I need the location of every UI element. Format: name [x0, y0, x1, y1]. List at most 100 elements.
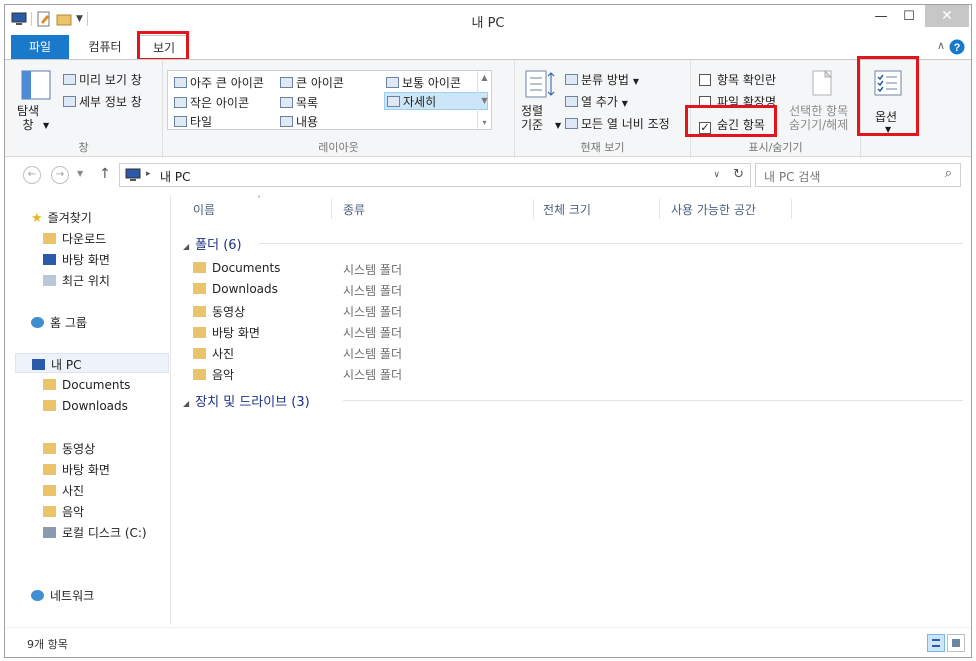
- drive-icon: [43, 527, 56, 538]
- nav-item-videos[interactable]: 동영상: [43, 440, 95, 457]
- up-arrow-icon[interactable]: ↑: [99, 166, 111, 182]
- search-input[interactable]: 내 PC 검색: [764, 168, 820, 185]
- maximize-button[interactable]: ☐: [895, 5, 923, 27]
- size-all-columns-button[interactable]: 모든 열 너비 조정: [565, 115, 670, 132]
- ribbon-tabs: 파일 컴퓨터 보기 ∧ ?: [5, 35, 971, 60]
- nav-item-local-disk[interactable]: 로컬 디스크 (C:): [43, 524, 147, 541]
- group-by-label: 분류 방법: [581, 73, 629, 87]
- item-check-boxes-checkbox[interactable]: [699, 74, 711, 86]
- gallery-more-icon[interactable]: ▾: [482, 118, 486, 127]
- column-separator[interactable]: [533, 199, 534, 219]
- scroll-up-icon[interactable]: ▲: [481, 73, 487, 82]
- tab-file[interactable]: 파일: [11, 35, 69, 59]
- back-button[interactable]: ←: [23, 166, 41, 184]
- layout-small-icons[interactable]: 작은 아이콘: [174, 94, 249, 111]
- tab-computer[interactable]: 컴퓨터: [73, 35, 137, 59]
- forward-button[interactable]: →: [51, 166, 69, 184]
- address-path[interactable]: 내 PC: [160, 168, 190, 185]
- column-header-free-space[interactable]: 사용 가능한 공간: [671, 201, 756, 218]
- nav-item-recent-places[interactable]: 최근 위치: [43, 272, 110, 289]
- details-view-button[interactable]: [927, 634, 945, 652]
- column-separator[interactable]: [659, 199, 660, 219]
- sort-by-button[interactable]: 정렬 기준 ▼: [521, 70, 561, 136]
- downloads-folder-icon: [193, 283, 206, 294]
- collapse-ribbon-icon[interactable]: ∧: [937, 39, 945, 52]
- address-bar[interactable]: ▸ 내 PC ∨ ↻: [119, 163, 751, 187]
- column-separator[interactable]: [791, 199, 792, 219]
- layout-group-label: 레이아웃: [318, 141, 359, 154]
- tab-view[interactable]: 보기: [139, 35, 189, 60]
- nav-this-pc[interactable]: 내 PC: [15, 353, 169, 373]
- layout-gallery-scroll[interactable]: ▲ ▼ ▾: [477, 71, 491, 129]
- nav-item-downloads-pc[interactable]: Downloads: [43, 399, 128, 413]
- table-row[interactable]: 음악 시스템 폴더: [193, 364, 593, 384]
- minimize-button[interactable]: —: [867, 5, 895, 27]
- group-by-icon: [565, 74, 578, 85]
- close-button[interactable]: ✕: [925, 5, 969, 27]
- nav-item-desktop-pc[interactable]: 바탕 화면: [43, 461, 110, 478]
- nav-item-documents[interactable]: Documents: [43, 378, 130, 392]
- layout-content[interactable]: 내용: [280, 113, 318, 130]
- add-columns-button[interactable]: 열 추가 ▼: [565, 93, 628, 110]
- layout-list[interactable]: 목록: [280, 94, 318, 111]
- size-all-columns-icon: [565, 118, 578, 129]
- column-header-type[interactable]: 종류: [343, 201, 365, 218]
- navigation-pane-icon: [21, 70, 51, 100]
- column-header-name[interactable]: 이름: [193, 201, 215, 218]
- layout-medium-icons[interactable]: 보통 아이콘: [386, 74, 461, 91]
- group-header-folders[interactable]: ◢ 폴더 (6): [183, 234, 242, 253]
- address-dropdown-icon[interactable]: ∨: [713, 170, 720, 180]
- nav-network[interactable]: 네트워크: [31, 587, 94, 604]
- layout-tiles[interactable]: 타일: [174, 113, 212, 130]
- desktop-folder-icon: [193, 327, 206, 338]
- breadcrumb-chevron-icon[interactable]: ▸: [146, 169, 151, 179]
- item-count: 9개 항목: [27, 638, 68, 651]
- file-extensions-toggle[interactable]: 파일 확장명: [699, 93, 776, 110]
- hidden-items-toggle[interactable]: ✓ 숨긴 항목: [699, 116, 765, 134]
- refresh-icon[interactable]: ↻: [733, 167, 744, 182]
- options-button[interactable]: 옵션 ▼: [861, 70, 915, 136]
- table-row[interactable]: 바탕 화면 시스템 폴더: [193, 322, 593, 342]
- table-row[interactable]: Downloads 시스템 폴더: [193, 280, 593, 300]
- add-columns-icon: [565, 96, 578, 107]
- medium-icons-icon: [386, 77, 399, 88]
- search-box[interactable]: 내 PC 검색 ⌕: [755, 163, 961, 187]
- row-name: 동영상: [212, 305, 246, 319]
- large-icons-view-button[interactable]: [947, 634, 965, 652]
- scroll-down-icon[interactable]: ▼: [481, 96, 487, 105]
- recent-locations-icon[interactable]: ▼: [77, 169, 83, 178]
- item-check-boxes-toggle[interactable]: 항목 확인란: [699, 71, 776, 88]
- table-row[interactable]: Documents 시스템 폴더: [193, 259, 593, 279]
- downloads-folder-icon: [43, 400, 56, 411]
- nav-item-downloads[interactable]: 다운로드: [43, 230, 106, 247]
- collapse-triangle-icon[interactable]: ◢: [183, 242, 189, 251]
- help-icon[interactable]: ?: [949, 39, 965, 55]
- preview-pane-button[interactable]: 미리 보기 창: [63, 71, 142, 88]
- nav-item-desktop[interactable]: 바탕 화면: [43, 251, 110, 268]
- layout-gallery: 아주 큰 아이콘 큰 아이콘 보통 아이콘 작은 아이콘 목록 자세히 타일 내…: [167, 70, 492, 130]
- navigation-pane-dropdown-icon: ▼: [43, 121, 50, 130]
- nav-favorites[interactable]: ★ 즐겨찾기: [31, 209, 92, 226]
- pictures-folder-icon: [43, 485, 56, 496]
- nav-item-music[interactable]: 음악: [43, 503, 84, 520]
- column-header-total-size[interactable]: 전체 크기: [543, 201, 591, 218]
- hidden-items-checkbox[interactable]: ✓: [699, 122, 711, 134]
- navigation-pane-button[interactable]: 탐색 창 ▼: [17, 70, 53, 136]
- group-header-devices[interactable]: ◢ 장치 및 드라이브 (3): [183, 391, 310, 410]
- details-pane-button[interactable]: 세부 정보 창: [63, 93, 142, 110]
- details-pane-label: 세부 정보 창: [79, 95, 142, 109]
- file-extensions-checkbox[interactable]: [699, 96, 711, 108]
- hide-selected-button[interactable]: 선택한 항목 숨기기/해제: [789, 70, 857, 136]
- layout-details[interactable]: 자세히: [384, 92, 488, 110]
- search-icon[interactable]: ⌕: [945, 166, 952, 181]
- column-separator[interactable]: [331, 199, 332, 219]
- collapse-triangle-icon[interactable]: ◢: [183, 399, 189, 408]
- nav-homegroup[interactable]: 홈 그룹: [31, 314, 87, 331]
- table-row[interactable]: 동영상 시스템 폴더: [193, 301, 593, 321]
- layout-large-icons[interactable]: 큰 아이콘: [280, 74, 344, 91]
- nav-item-pictures[interactable]: 사진: [43, 482, 84, 499]
- size-all-columns-label: 모든 열 너비 조정: [581, 117, 670, 131]
- group-by-button[interactable]: 분류 방법 ▼: [565, 71, 639, 88]
- layout-extra-large-icons[interactable]: 아주 큰 아이콘: [174, 74, 264, 91]
- table-row[interactable]: 사진 시스템 폴더: [193, 343, 593, 363]
